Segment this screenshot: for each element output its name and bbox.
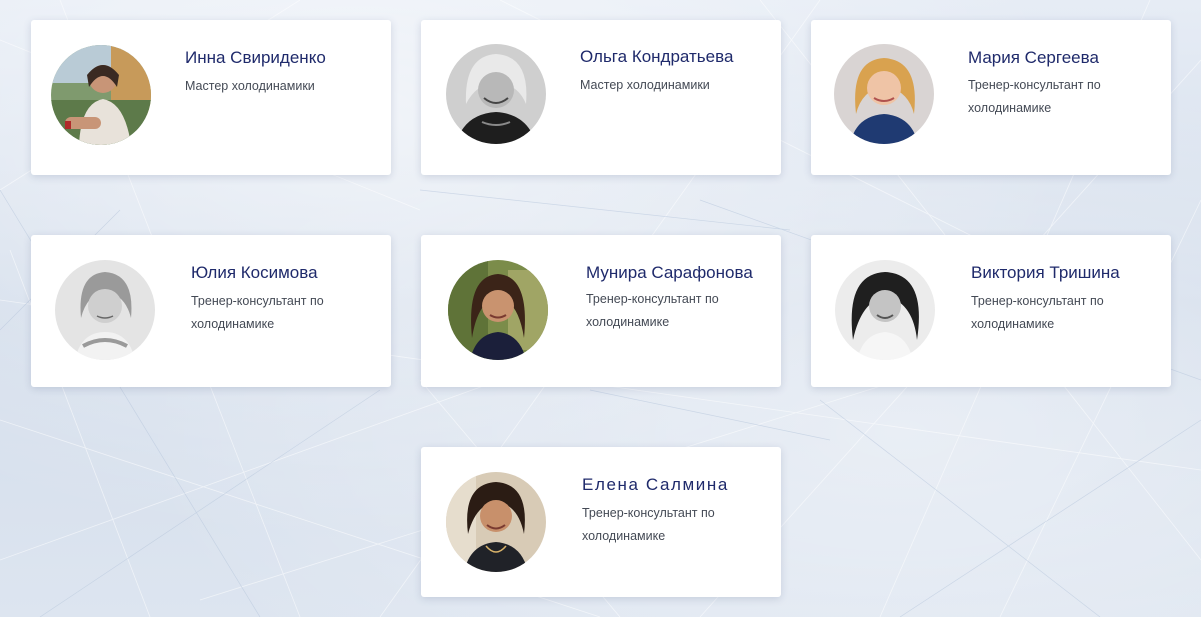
member-name: Юлия Косимова	[191, 263, 318, 282]
team-member-card[interactable]: Елена Салмина Тренер-консультант по холо…	[421, 447, 781, 597]
member-name: Ольга Кондратьева	[580, 47, 734, 66]
member-name: Инна Свириденко	[185, 48, 326, 67]
member-role: Мастер холодинамики	[580, 78, 710, 92]
team-member-card[interactable]: Мунира Сарафонова Тренер-консультант по …	[421, 235, 781, 387]
team-member-card[interactable]: Инна Свириденко Мастер холодинамики	[31, 20, 391, 175]
member-role: Тренер-консультант по холодинамике	[582, 506, 715, 543]
member-name: Елена Салмина	[582, 475, 729, 494]
member-role: Тренер-консультант по холодинамике	[971, 294, 1104, 331]
avatar-photo	[51, 45, 151, 145]
member-role: Тренер-консультант по холодинамике	[586, 292, 719, 329]
avatar-photo	[834, 44, 934, 144]
avatar-photo	[446, 472, 546, 572]
avatar-photo	[446, 44, 546, 144]
team-member-card[interactable]: Ольга Кондратьева Мастер холодинамики	[421, 20, 781, 175]
avatar-photo	[55, 260, 155, 360]
member-role: Тренер-консультант по холодинамике	[968, 78, 1101, 115]
member-name: Мария Сергеева	[968, 48, 1099, 67]
member-role: Тренер-консультант по холодинамике	[191, 294, 324, 331]
team-member-card[interactable]: Мария Сергеева Тренер-консультант по хол…	[811, 20, 1171, 175]
avatar-photo	[835, 260, 935, 360]
member-name: Виктория Тришина	[971, 263, 1120, 282]
member-role: Мастер холодинамики	[185, 79, 315, 93]
team-member-card[interactable]: Виктория Тришина Тренер-консультант по х…	[811, 235, 1171, 387]
avatar-photo	[448, 260, 548, 360]
team-member-card[interactable]: Юлия Косимова Тренер-консультант по холо…	[31, 235, 391, 387]
member-name: Мунира Сарафонова	[586, 263, 753, 282]
